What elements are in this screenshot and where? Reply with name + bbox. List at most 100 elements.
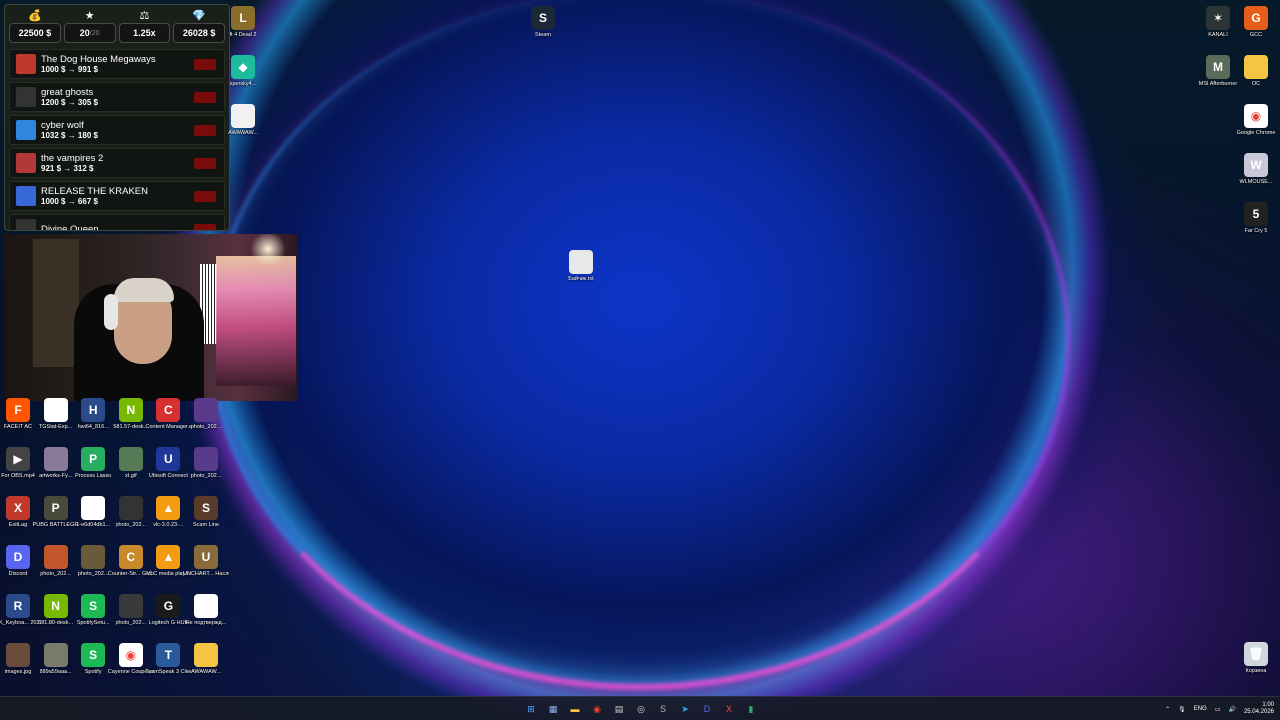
desktop-icon[interactable]: D Discord xyxy=(0,545,38,578)
desktop-icon[interactable]: xt.gif xyxy=(111,447,151,480)
desktop-icon[interactable]: S Steam xyxy=(523,6,563,39)
desktop-icon[interactable]: T TeamSpeak 3 Client xyxy=(145,643,191,676)
desktop-icon-image: R xyxy=(6,594,30,618)
desktop-icon[interactable]: U Ubisoft Connect xyxy=(148,447,188,480)
desktop-icon[interactable]: ОС xyxy=(1236,55,1276,88)
desktop-icon[interactable]: photo_202... xyxy=(186,398,226,431)
desktop-icon[interactable]: 889a59aaa... xyxy=(36,643,76,676)
desktop-icon-image: U xyxy=(156,447,181,471)
desktop-icon[interactable]: ◉ Google Chrome xyxy=(1236,104,1276,137)
desktop-icon[interactable]: N 581.80-desk... xyxy=(36,594,76,627)
desktop-icon[interactable]: S Scam Line xyxy=(186,496,226,529)
game-row[interactable]: great ghosts 1200 $ → 305 $ xyxy=(9,82,225,112)
network-icon[interactable]: ▭ xyxy=(1215,706,1221,713)
clock-date: 25.04.2026 xyxy=(1243,709,1274,715)
desktop-icon[interactable]: G Logitech G HUB xyxy=(148,594,188,627)
desktop-icon[interactable]: P Process Lasso xyxy=(73,447,113,480)
desktop-icon[interactable]: artworks-Fy... xyxy=(36,447,76,480)
desktop-icon-label: Google Chrome xyxy=(1236,130,1276,136)
desktop-icon-image: 5 xyxy=(1244,202,1268,226)
desktop-icon-label: Байчик.txt xyxy=(568,276,594,282)
tray-overflow-icon[interactable]: ⌃ xyxy=(1165,706,1170,713)
desktop-icon[interactable]: ▶ For OBS.mp4 xyxy=(0,447,38,480)
desktop-icon[interactable]: Lft 4 Dead 2 xyxy=(223,6,263,39)
game-row[interactable]: the vampires 2 921 $ → 312 $ xyxy=(9,148,225,178)
desktop-icon[interactable]: F FACEIT AC xyxy=(0,398,38,431)
game-text: RELEASE THE KRAKEN 1000 $ → 667 $ xyxy=(41,186,148,207)
desktop-icon-label: 581.80-desk... xyxy=(38,620,74,626)
telegram-icon[interactable]: ➤ xyxy=(676,700,694,718)
desktop-icon-image: N xyxy=(118,398,143,422)
desktop-icon-label: UNCHART... Наследие ... xyxy=(183,571,229,577)
language-indicator[interactable]: ENG xyxy=(1194,706,1207,712)
process-lasso-icon[interactable]: ▮ xyxy=(742,700,760,718)
desktop-icon[interactable]: P PUBG BATTLEGR... xyxy=(32,496,79,529)
game-row[interactable]: cyber wolf 1032 $ → 180 $ xyxy=(9,115,225,145)
task-view-icon[interactable]: ▦ xyxy=(544,700,562,718)
desktop-icon-label: photo_202... xyxy=(40,571,71,577)
desktop-icon-label: Process Lasso xyxy=(75,473,112,479)
game-name: the vampires 2 xyxy=(41,152,104,164)
desktop-icon[interactable]: C Content Manager.exe xyxy=(145,398,192,431)
calculator-icon[interactable]: ▤ xyxy=(610,700,628,718)
desktop-icon-label: vlc-3.0.23-... xyxy=(153,522,184,528)
desktop-icon[interactable]: ✶ KANALI xyxy=(1198,6,1238,39)
desktop-icon-image: 🗑 xyxy=(1244,642,1268,666)
desktop-icon[interactable]: CCounter-Str... Global Offe... xyxy=(108,545,154,578)
game-row[interactable]: Divine Queen xyxy=(9,214,225,230)
game-row[interactable]: RELEASE THE KRAKEN 1000 $ → 667 $ xyxy=(9,181,225,211)
app-x-icon[interactable]: X xyxy=(720,700,738,718)
desktop-icon[interactable]: S SpotifySetu... xyxy=(73,594,113,627)
game-text: cyber wolf 1032 $ → 180 $ xyxy=(41,120,98,141)
desktop-icon[interactable]: TGStat-Exp... xyxy=(36,398,76,431)
discord-icon[interactable]: D xyxy=(698,700,716,718)
desktop-icon[interactable]: 5 Far Cry 5 xyxy=(1236,202,1276,235)
desktop-icon-label: ExitLag xyxy=(8,522,28,528)
game-row[interactable]: The Dog House Megaways 1000 $ → 991 $ xyxy=(9,49,225,79)
desktop-icon[interactable]: Hhwi64_816... xyxy=(73,398,113,431)
desktop-icon-label: ОС xyxy=(1251,81,1261,87)
desktop-icon-image xyxy=(43,545,68,569)
desktop-icon[interactable]: W WLMOUSE... xyxy=(1236,153,1276,186)
desktop-icon[interactable]: RRK_Keyboa... 20250617.exe xyxy=(0,594,41,627)
desktop-icon-label: ft 4 Dead 2 xyxy=(229,32,257,38)
desktop-icon[interactable]: G GCC xyxy=(1236,6,1276,39)
desktop-icon[interactable]: Байчик.txt xyxy=(561,250,601,283)
microphone-icon[interactable]: 🎙 xyxy=(1178,706,1186,713)
desktop-icon[interactable]: Не подтвержд... xyxy=(186,594,226,627)
stat-card: ⚖ 1.25x xyxy=(118,9,171,43)
desktop-icon[interactable]: photo_202... xyxy=(186,447,226,480)
desktop-icon[interactable]: AWAWAW... xyxy=(186,643,226,676)
volume-icon[interactable]: 🔊 xyxy=(1228,706,1235,713)
desktop-icon-image: H xyxy=(81,398,106,422)
desktop-icon-image: W xyxy=(1244,153,1268,177)
desktop-icon-label: photo_202... xyxy=(190,473,222,479)
chrome-icon[interactable]: ◉ xyxy=(588,700,606,718)
stat-suffix: /20 xyxy=(89,29,100,37)
desktop-icon[interactable]: AWAWAW... xyxy=(223,104,263,137)
desktop-icon[interactable]: ▲ vlc-3.0.23-... xyxy=(148,496,188,529)
clock[interactable]: 1:00 25.04.2026 xyxy=(1244,702,1274,716)
desktop-icon[interactable]: ◆ spersky4... xyxy=(223,55,263,88)
desktop-icon[interactable]: photo_202... xyxy=(111,496,151,529)
desktop-icon[interactable]: U UNCHART... Наследие ... xyxy=(183,545,229,578)
game-balance: 921 $ → 312 $ xyxy=(41,163,94,173)
steam-icon[interactable]: S xyxy=(654,700,672,718)
desktop-icon-image xyxy=(231,104,255,128)
desktop-icon-image: F xyxy=(6,398,30,422)
desktop-icon-image: P xyxy=(81,447,106,471)
desktop-icon[interactable]: 🗑 Корзина xyxy=(1236,642,1276,675)
desktop-icon-label: Content Manager.exe xyxy=(145,424,192,430)
desktop-icon-label: PUBG BATTLEGR... xyxy=(32,522,79,528)
start-icon[interactable]: ⊞ xyxy=(522,700,540,718)
desktop-icon[interactable]: photo_202... xyxy=(111,594,151,627)
stat-value: 26028 $ xyxy=(173,23,225,43)
desktop-icon-image xyxy=(81,496,106,520)
desktop-icon-image: ◉ xyxy=(1244,104,1268,128)
desktop-icon[interactable]: images.jpg xyxy=(0,643,38,676)
file-explorer-icon[interactable]: ▬ xyxy=(566,700,584,718)
desktop-icon[interactable]: 1-e6d04db1... xyxy=(73,496,113,529)
obs-icon[interactable]: ◎ xyxy=(632,700,650,718)
desktop-icon[interactable]: M MSI Afterburner xyxy=(1198,55,1238,88)
desktop-icon[interactable]: photo_202... xyxy=(36,545,76,578)
